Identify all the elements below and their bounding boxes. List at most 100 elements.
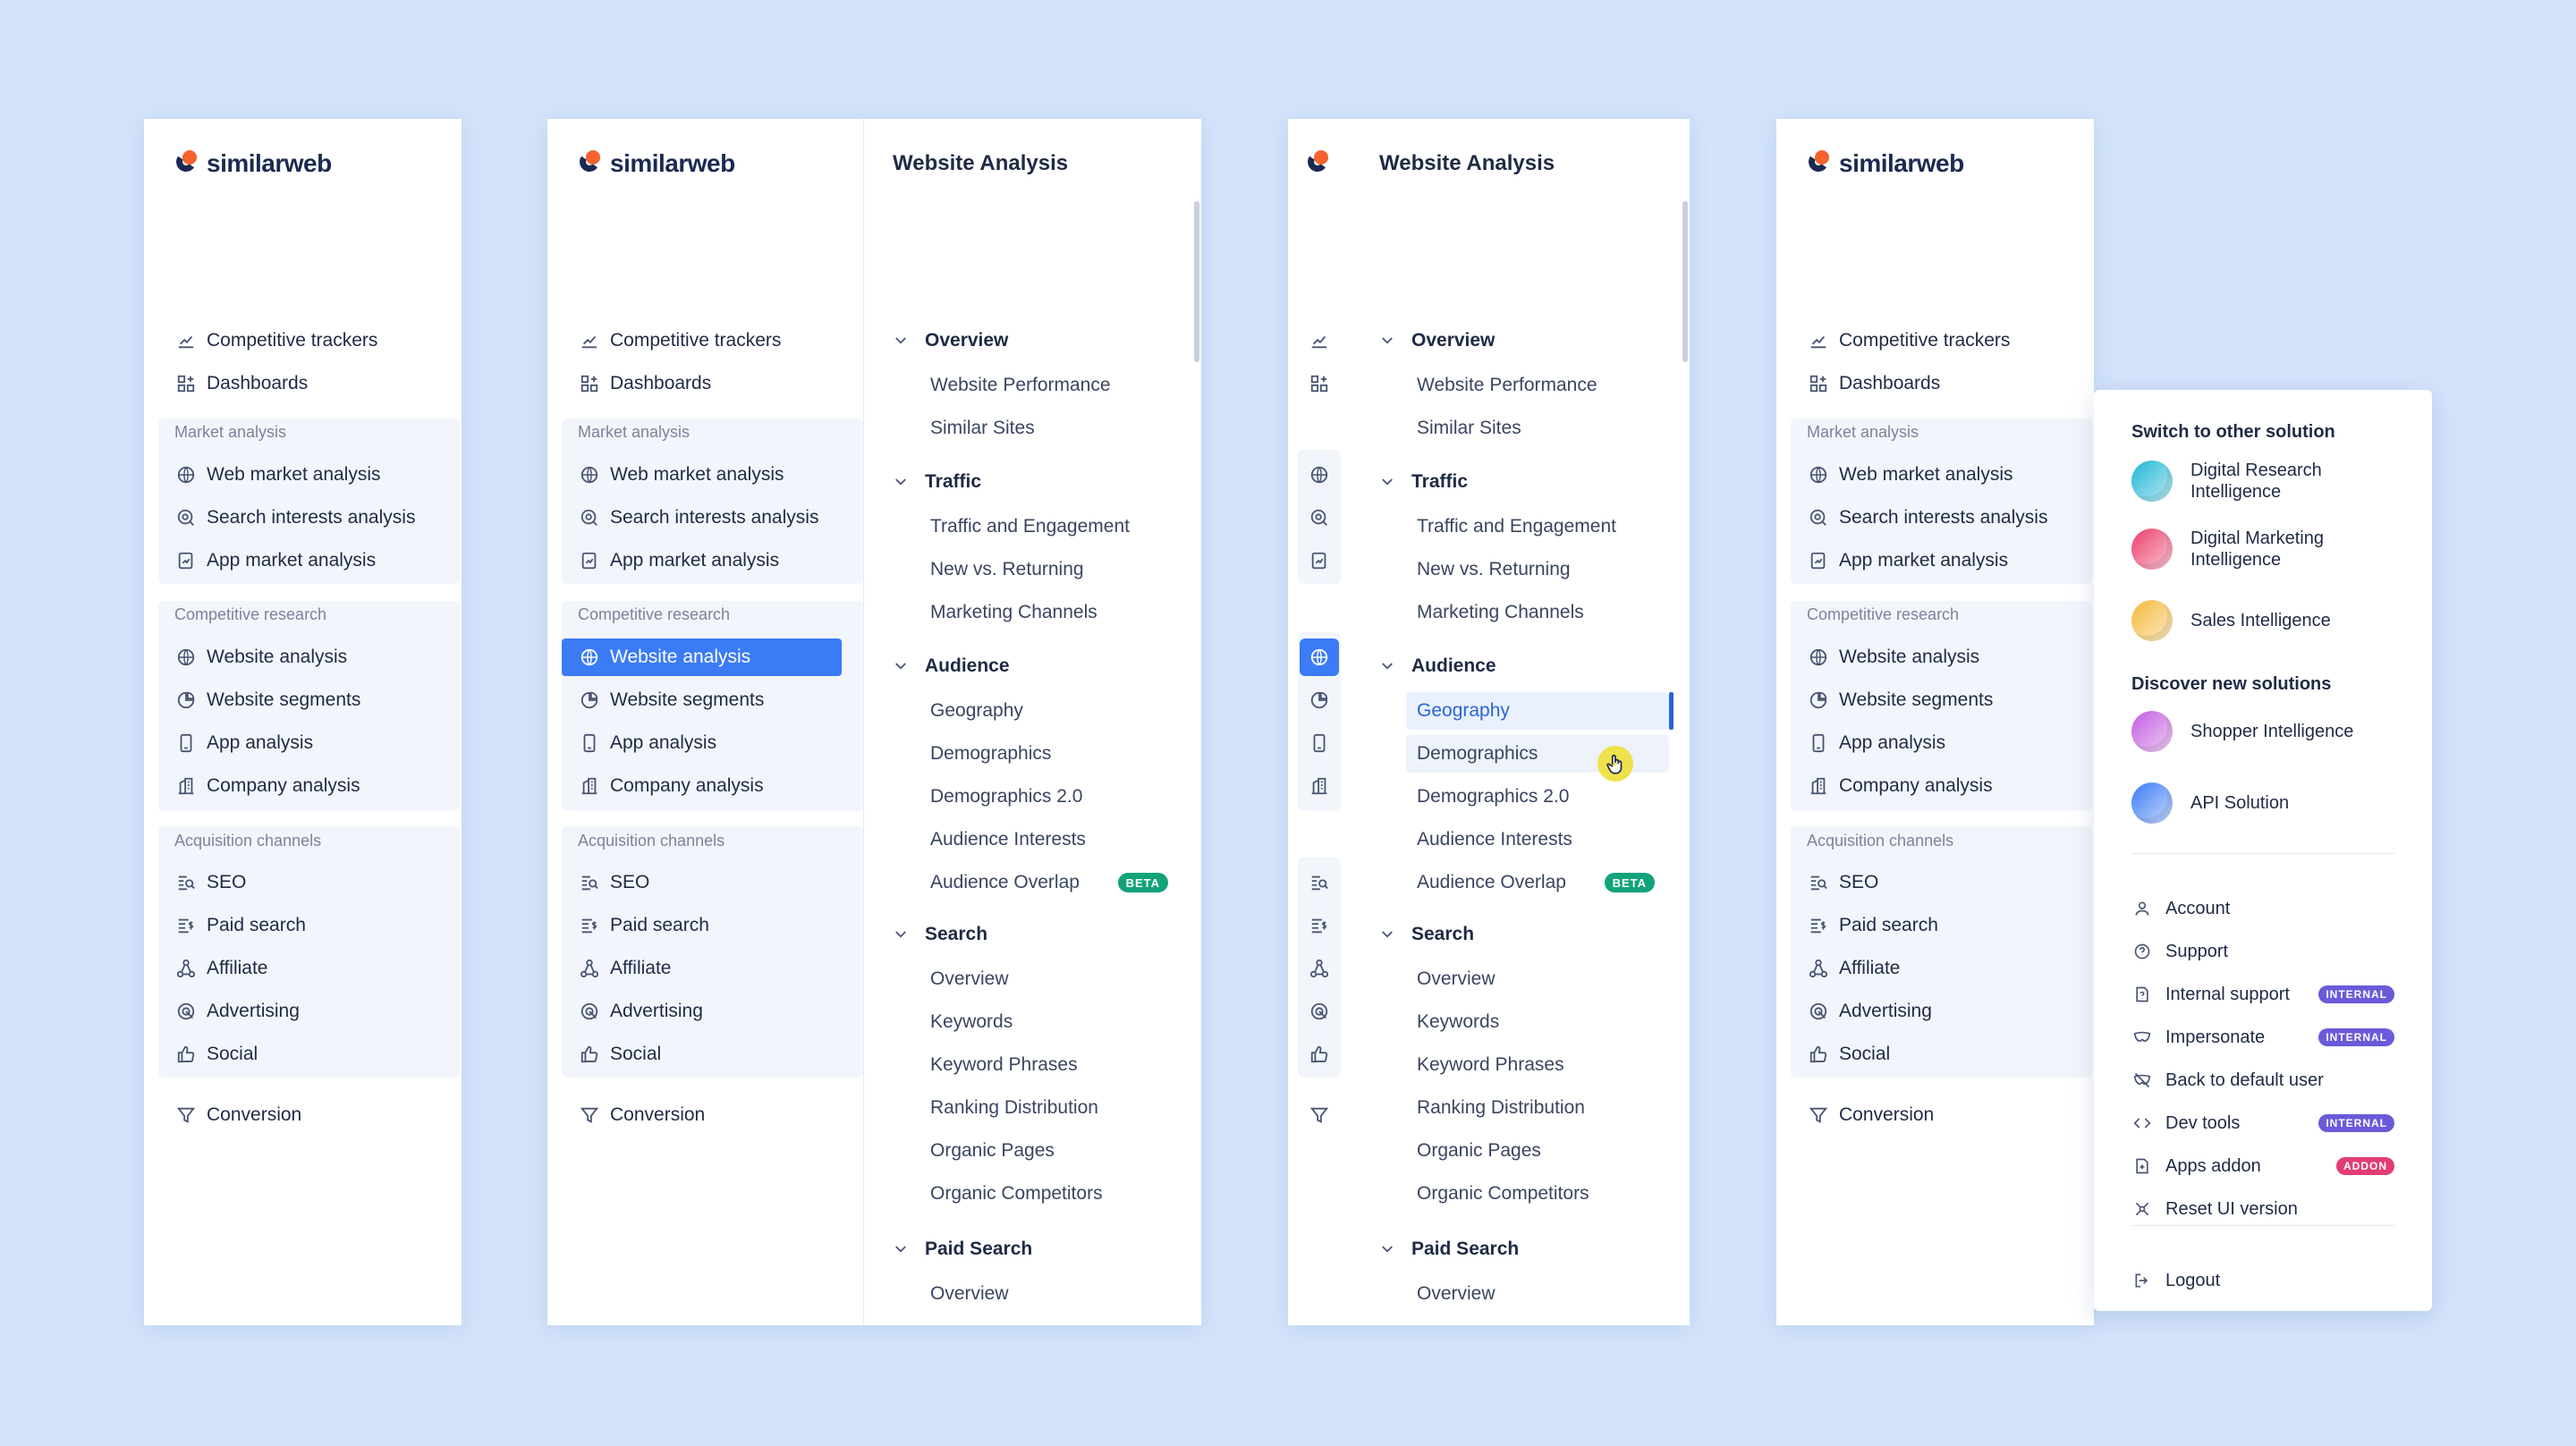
menu-dev-tools[interactable]: Dev tools INTERNAL [2131,1104,2394,1142]
nav-item-conversion[interactable]: Conversion [1791,1096,2071,1134]
menu-support[interactable]: Support [2131,933,2394,970]
submenu-item-audience-demographics[interactable]: Demographics [919,735,1182,773]
nav-item-website-segments[interactable]: Website segments [158,681,438,719]
menu-reset-ui-version[interactable]: Reset UI version [2131,1190,2394,1228]
submenu-section-audience[interactable]: Audience [1379,647,1496,685]
submenu-item-overview-similar-sites[interactable]: Similar Sites [1406,410,1669,447]
submenu-section-paid-search[interactable]: Paid Search [1379,1230,1519,1268]
nav-item-app-market-analysis[interactable]: App market analysis [1791,542,2071,579]
submenu-item-traffic-traffic-and-engagement[interactable]: Traffic and Engagement [1406,508,1669,545]
rail-app-analysis[interactable] [1300,724,1339,762]
nav-item-website-analysis[interactable]: Website analysis [158,638,438,676]
submenu-item-audience-audience-interests[interactable]: Audience Interests [1406,821,1669,858]
rail-advertising[interactable] [1300,993,1339,1030]
nav-item-advertising[interactable]: Advertising [1791,993,2071,1030]
rail-website-segments[interactable] [1300,681,1339,719]
rail-affiliate[interactable] [1300,950,1339,987]
nav-item-search-interests-analysis[interactable]: Search interests analysis [1791,499,2071,537]
submenu-section-traffic[interactable]: Traffic [1379,463,1468,501]
submenu-item-audience-audience-overlap[interactable]: Audience Overlap BETA [1406,864,1669,901]
submenu-item-audience-geography[interactable]: Geography [919,692,1182,730]
submenu-item-audience-audience-interests[interactable]: Audience Interests [919,821,1182,858]
solution-digital-research-intelligence[interactable]: Digital Research Intelligence [2131,454,2369,508]
nav-item-conversion[interactable]: Conversion [158,1096,438,1134]
rail-seo[interactable] [1300,864,1339,901]
submenu-item-search-keywords[interactable]: Keywords [919,1003,1182,1041]
solution-api-solution[interactable]: API Solution [2131,776,2369,830]
submenu-item-search-overview[interactable]: Overview [919,960,1182,998]
nav-item-social[interactable]: Social [1791,1036,2071,1073]
nav-item-seo[interactable]: SEO [158,864,438,901]
nav-item-dashboards[interactable]: Dashboards [562,365,842,402]
submenu-item-audience-geography[interactable]: Geography [1406,692,1669,730]
nav-item-company-analysis[interactable]: Company analysis [158,767,438,805]
submenu-item-paid-search-overview[interactable]: Overview [1406,1275,1669,1313]
nav-item-app-analysis[interactable]: App analysis [562,724,842,762]
submenu-item-search-ranking-distribution[interactable]: Ranking Distribution [919,1089,1182,1127]
nav-item-competitive-trackers[interactable]: Competitive trackers [562,322,842,359]
nav-item-app-analysis[interactable]: App analysis [1791,724,2071,762]
similarweb-logo-icon[interactable] [1306,150,1331,177]
submenu-item-paid-search-overview[interactable]: Overview [919,1275,1182,1313]
submenu-item-search-overview[interactable]: Overview [1406,960,1669,998]
nav-item-competitive-trackers[interactable]: Competitive trackers [158,322,438,359]
nav-item-paid-search[interactable]: Paid search [158,907,438,944]
nav-item-dashboards[interactable]: Dashboards [158,365,438,402]
nav-item-search-interests-analysis[interactable]: Search interests analysis [562,499,842,537]
nav-item-advertising[interactable]: Advertising [562,993,842,1030]
nav-item-app-analysis[interactable]: App analysis [158,724,438,762]
rail-website-analysis[interactable] [1300,638,1339,676]
rail-web-market-analysis[interactable] [1300,456,1339,494]
submenu-item-traffic-new-vs-returning[interactable]: New vs. Returning [1406,551,1669,588]
submenu-item-overview-similar-sites[interactable]: Similar Sites [919,410,1182,447]
nav-item-website-analysis[interactable]: Website analysis [1791,638,2071,676]
nav-item-conversion[interactable]: Conversion [562,1096,842,1134]
nav-item-affiliate[interactable]: Affiliate [158,950,438,987]
nav-item-app-market-analysis[interactable]: App market analysis [158,542,438,579]
nav-item-paid-search[interactable]: Paid search [562,907,842,944]
nav-item-paid-search[interactable]: Paid search [1791,907,2071,944]
nav-item-seo[interactable]: SEO [1791,864,2071,901]
nav-item-web-market-analysis[interactable]: Web market analysis [1791,456,2071,494]
rail-company-analysis[interactable] [1300,767,1339,805]
menu-apps-addon[interactable]: Apps addon ADDON [2131,1147,2394,1185]
submenu-item-search-organic-competitors[interactable]: Organic Competitors [919,1175,1182,1213]
menu-impersonate[interactable]: Impersonate INTERNAL [2131,1019,2394,1056]
submenu-section-search[interactable]: Search [1379,916,1474,953]
rail-app-market-analysis[interactable] [1300,542,1339,579]
similarweb-logo[interactable]: similarweb [578,146,735,182]
submenu-scrollbar[interactable] [1682,201,1688,362]
similarweb-logo[interactable]: similarweb [1807,146,1964,182]
submenu-item-audience-audience-overlap[interactable]: Audience Overlap BETA [919,864,1182,901]
submenu-item-paid-search-paid-landing-pages[interactable]: Paid Landing Pages [919,1318,1182,1325]
submenu-section-traffic[interactable]: Traffic [893,463,981,501]
submenu-section-search[interactable]: Search [893,916,987,953]
logout-button[interactable]: Logout [2131,1262,2394,1299]
solution-shopper-intelligence[interactable]: Shopper Intelligence [2131,705,2369,758]
nav-item-web-market-analysis[interactable]: Web market analysis [562,456,842,494]
submenu-item-paid-search-paid-landing-pages[interactable]: Paid Landing Pages [1406,1318,1669,1325]
rail-conversion[interactable] [1300,1096,1339,1134]
submenu-item-search-organic-competitors[interactable]: Organic Competitors [1406,1175,1669,1213]
submenu-item-traffic-traffic-and-engagement[interactable]: Traffic and Engagement [919,508,1182,545]
submenu-item-traffic-new-vs-returning[interactable]: New vs. Returning [919,551,1182,588]
nav-item-seo[interactable]: SEO [562,864,842,901]
submenu-item-search-organic-pages[interactable]: Organic Pages [1406,1132,1669,1170]
nav-item-competitive-trackers[interactable]: Competitive trackers [1791,322,2071,359]
nav-item-app-market-analysis[interactable]: App market analysis [562,542,842,579]
nav-item-website-segments[interactable]: Website segments [1791,681,2071,719]
nav-item-social[interactable]: Social [562,1036,842,1073]
nav-item-social[interactable]: Social [158,1036,438,1073]
nav-item-affiliate[interactable]: Affiliate [1791,950,2071,987]
submenu-item-overview-website-performance[interactable]: Website Performance [1406,367,1669,404]
rail-dashboards[interactable] [1300,365,1339,402]
nav-item-affiliate[interactable]: Affiliate [562,950,842,987]
nav-item-company-analysis[interactable]: Company analysis [1791,767,2071,805]
menu-account[interactable]: Account [2131,890,2394,927]
submenu-section-overview[interactable]: Overview [1379,322,1495,359]
submenu-section-paid-search[interactable]: Paid Search [893,1230,1032,1268]
submenu-item-audience-demographics-2-0[interactable]: Demographics 2.0 [919,778,1182,816]
nav-item-website-analysis[interactable]: Website analysis [562,638,842,676]
submenu-item-search-keyword-phrases[interactable]: Keyword Phrases [919,1046,1182,1084]
nav-item-advertising[interactable]: Advertising [158,993,438,1030]
